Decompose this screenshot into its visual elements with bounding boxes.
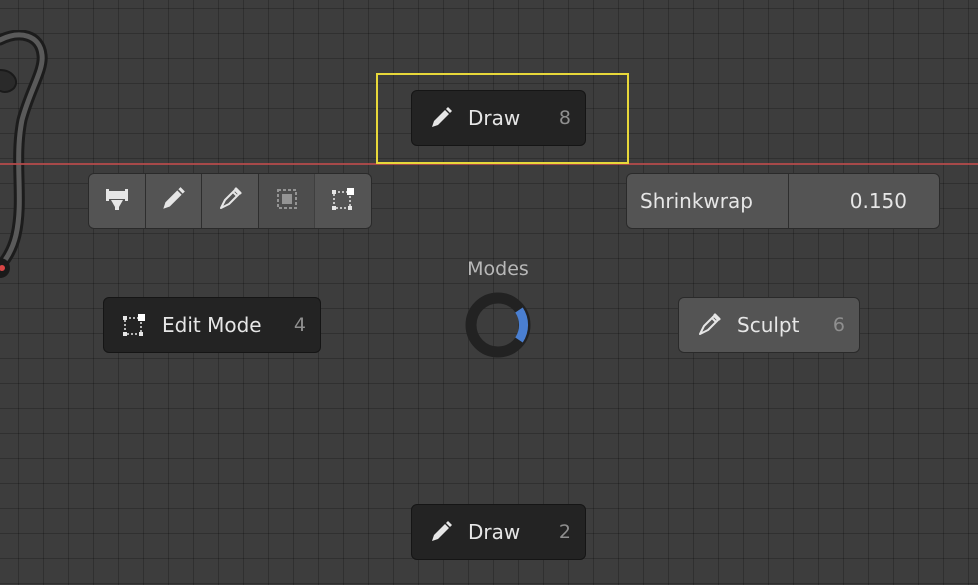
pie-item-draw-top[interactable]: Draw 8 bbox=[411, 90, 586, 146]
object-mode-icon bbox=[273, 185, 301, 217]
pie-menu-title: Modes bbox=[467, 258, 529, 280]
tool-draw[interactable] bbox=[146, 174, 203, 228]
tool-sculpt[interactable] bbox=[202, 174, 259, 228]
pie-item-label: Edit Mode bbox=[162, 313, 262, 337]
pie-item-sculpt[interactable]: Sculpt 6 bbox=[678, 297, 860, 353]
pie-item-label: Draw bbox=[468, 520, 521, 544]
shrinkwrap-value[interactable]: 0.150 bbox=[789, 174, 939, 228]
hotkey-label: 8 bbox=[558, 107, 571, 129]
weight-paint-icon bbox=[103, 185, 131, 217]
sculpt-brush-icon bbox=[695, 311, 723, 339]
shrinkwrap-field[interactable]: Shrinkwrap 0.150 bbox=[626, 173, 940, 229]
pencil-icon bbox=[159, 185, 187, 217]
pie-item-edit-mode[interactable]: Edit Mode 4 bbox=[103, 297, 321, 353]
hotkey-label: 4 bbox=[293, 314, 306, 336]
edit-mode-icon bbox=[329, 185, 357, 217]
tool-object-mode[interactable] bbox=[258, 174, 316, 228]
edit-mode-icon bbox=[120, 311, 148, 339]
hotkey-label: 6 bbox=[832, 314, 845, 336]
tool-weight-paint[interactable] bbox=[89, 174, 146, 228]
sculpt-brush-icon bbox=[216, 185, 244, 217]
pencil-icon bbox=[428, 519, 454, 545]
pencil-icon bbox=[428, 105, 454, 131]
scene-object bbox=[0, 30, 60, 310]
tool-edit-mode[interactable] bbox=[315, 174, 371, 228]
mode-toolbar bbox=[88, 173, 372, 229]
hotkey-label: 2 bbox=[558, 521, 571, 543]
pie-item-draw-bottom[interactable]: Draw 2 bbox=[411, 504, 586, 560]
shrinkwrap-label: Shrinkwrap bbox=[627, 174, 789, 228]
pie-item-label: Sculpt bbox=[737, 313, 800, 337]
pie-direction-ring bbox=[463, 290, 533, 360]
pie-item-label: Draw bbox=[468, 106, 521, 130]
